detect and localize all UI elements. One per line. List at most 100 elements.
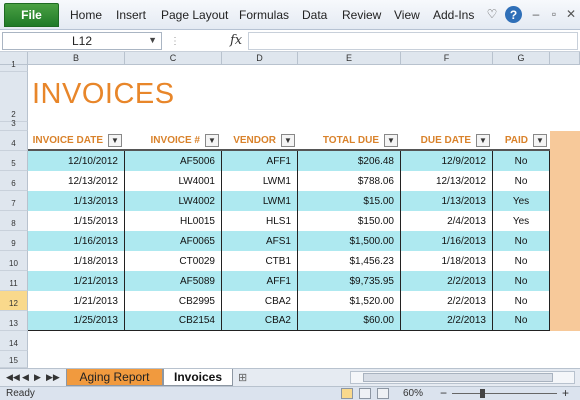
filter-dropdown-icon[interactable]: ▼ [205, 134, 219, 147]
zoom-level[interactable]: 60% [403, 388, 423, 399]
cell-due[interactable]: 12/13/2012 [401, 171, 493, 191]
cell-vendor[interactable]: CBA2 [222, 291, 298, 311]
cell-paid[interactable]: No [493, 151, 550, 171]
filter-dropdown-icon[interactable]: ▼ [533, 134, 547, 147]
cell-total[interactable]: $60.00 [298, 311, 401, 331]
row-header[interactable]: 14 [0, 331, 28, 351]
cell-due[interactable]: 2/2/2013 [401, 311, 493, 331]
cell-invoice[interactable]: CB2154 [125, 311, 222, 331]
restore-icon[interactable]: ▫ [545, 5, 563, 23]
cell-total[interactable]: $150.00 [298, 211, 401, 231]
cell-paid[interactable]: Yes [493, 211, 550, 231]
cell-date[interactable]: 1/21/2013 [28, 271, 125, 291]
prev-sheet-icon[interactable]: ◀ [22, 372, 29, 383]
cell-vendor[interactable]: LWM1 [222, 171, 298, 191]
filter-dropdown-icon[interactable]: ▼ [281, 134, 295, 147]
cell-vendor[interactable]: AFF1 [222, 151, 298, 171]
row-header[interactable]: 8 [0, 211, 28, 231]
normal-view-button[interactable] [341, 388, 353, 399]
cell-vendor[interactable]: AFS1 [222, 231, 298, 251]
cell-total[interactable]: $1,520.00 [298, 291, 401, 311]
cell-total[interactable]: $206.48 [298, 151, 401, 171]
cell-total[interactable]: $788.06 [298, 171, 401, 191]
insert-function-button[interactable]: fx [230, 33, 242, 48]
tab-review[interactable]: Review [342, 8, 381, 22]
cell-vendor[interactable]: CBA2 [222, 311, 298, 331]
cell-paid[interactable]: No [493, 251, 550, 271]
cell-date[interactable]: 1/13/2013 [28, 191, 125, 211]
ribbon-collapse-icon[interactable]: ♡ [483, 5, 501, 23]
insert-sheet-icon[interactable]: ⊞ [238, 371, 247, 384]
cell-invoice[interactable]: AF5006 [125, 151, 222, 171]
sheet-tab-aging-report[interactable]: Aging Report [66, 369, 163, 386]
row-header[interactable]: 5 [0, 151, 28, 171]
tab-view[interactable]: View [394, 8, 420, 22]
cell-date[interactable]: 1/18/2013 [28, 251, 125, 271]
cell-due[interactable]: 2/2/2013 [401, 271, 493, 291]
zoom-in-button[interactable]: + [562, 386, 569, 400]
cell-invoice[interactable]: CB2995 [125, 291, 222, 311]
column-header-h[interactable] [550, 52, 580, 65]
horizontal-scrollbar[interactable] [350, 371, 575, 384]
tab-home[interactable]: Home [70, 8, 102, 22]
cell-date[interactable]: 1/16/2013 [28, 231, 125, 251]
tab-add-ins[interactable]: Add-Ins [433, 8, 474, 22]
tab-insert[interactable]: Insert [116, 8, 146, 22]
cell-date[interactable]: 1/15/2013 [28, 211, 125, 231]
row-header[interactable]: 10 [0, 251, 28, 271]
cell-paid[interactable]: Yes [493, 191, 550, 211]
cell-total[interactable]: $1,456.23 [298, 251, 401, 271]
name-box[interactable]: L12 ▼ [2, 32, 162, 50]
row-header[interactable]: 7 [0, 191, 28, 211]
column-header-d[interactable]: D [222, 52, 298, 65]
cell-date[interactable]: 12/10/2012 [28, 151, 125, 171]
cell-vendor[interactable]: CTB1 [222, 251, 298, 271]
next-sheet-icon[interactable]: ▶ [34, 372, 41, 383]
scrollbar-thumb[interactable] [363, 373, 553, 382]
cell-due[interactable]: 2/2/2013 [401, 291, 493, 311]
cell-invoice[interactable]: HL0015 [125, 211, 222, 231]
cell-date[interactable]: 1/21/2013 [28, 291, 125, 311]
cell-due[interactable]: 2/4/2013 [401, 211, 493, 231]
file-tab[interactable]: File [4, 3, 59, 27]
cell-invoice[interactable]: CT0029 [125, 251, 222, 271]
cell-invoice[interactable]: LW4002 [125, 191, 222, 211]
row-header[interactable]: 9 [0, 231, 28, 251]
cell-due[interactable]: 1/13/2013 [401, 191, 493, 211]
column-header-e[interactable]: E [298, 52, 401, 65]
cell-vendor[interactable]: LWM1 [222, 191, 298, 211]
cell-paid[interactable]: No [493, 291, 550, 311]
page-layout-view-button[interactable] [359, 388, 371, 399]
cell-date[interactable]: 1/25/2013 [28, 311, 125, 331]
row-header[interactable]: 4 [0, 131, 28, 151]
row-header[interactable]: 15 [0, 351, 28, 368]
row-header[interactable]: 12 [0, 291, 28, 311]
filter-dropdown-icon[interactable]: ▼ [108, 134, 122, 147]
cell-invoice[interactable]: LW4001 [125, 171, 222, 191]
cell-vendor[interactable]: HLS1 [222, 211, 298, 231]
first-sheet-icon[interactable]: ◀◀ [6, 372, 20, 383]
last-sheet-icon[interactable]: ▶▶ [46, 372, 60, 383]
cell-date[interactable]: 12/13/2012 [28, 171, 125, 191]
cell-due[interactable]: 12/9/2012 [401, 151, 493, 171]
cell-due[interactable]: 1/16/2013 [401, 231, 493, 251]
row-header[interactable]: 2 [0, 72, 28, 122]
row-header[interactable]: 13 [0, 311, 28, 331]
cell-paid[interactable]: No [493, 311, 550, 331]
row-header[interactable]: 3 [0, 119, 28, 131]
cell-paid[interactable]: No [493, 231, 550, 251]
cell-paid[interactable]: No [493, 171, 550, 191]
tab-formulas[interactable]: Formulas [239, 8, 289, 22]
row-header[interactable]: 6 [0, 171, 28, 191]
tab-page-layout[interactable]: Page Layout [161, 8, 228, 22]
column-header-f[interactable]: F [401, 52, 493, 65]
tab-data[interactable]: Data [302, 8, 327, 22]
help-icon[interactable]: ? [505, 6, 522, 23]
cell-invoice[interactable]: AF5089 [125, 271, 222, 291]
page-break-view-button[interactable] [377, 388, 389, 399]
cell-vendor[interactable]: AFF1 [222, 271, 298, 291]
zoom-slider-thumb[interactable] [480, 389, 485, 398]
row-header[interactable]: 1 [0, 60, 28, 72]
filter-dropdown-icon[interactable]: ▼ [384, 134, 398, 147]
cell-total[interactable]: $1,500.00 [298, 231, 401, 251]
